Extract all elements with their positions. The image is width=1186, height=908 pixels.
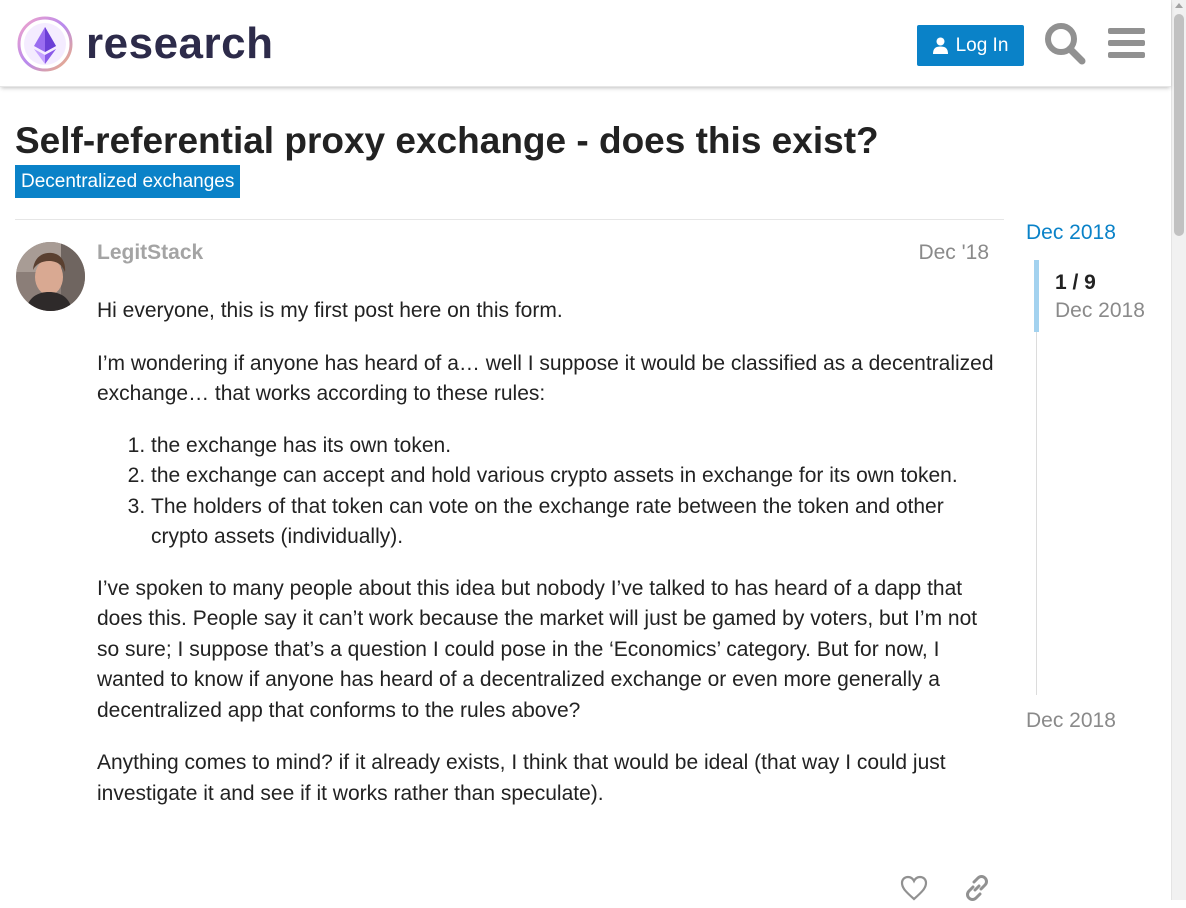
timeline-post-count: 1 / 9: [1055, 271, 1096, 294]
post-paragraph: Anything comes to mind? if it already ex…: [97, 751, 946, 805]
list-item: the exchange has its own token.: [151, 431, 997, 462]
copy-link-icon[interactable]: [962, 873, 992, 903]
login-label: Log In: [955, 34, 1009, 56]
user-icon: [932, 37, 948, 54]
post-paragraph: I’m wondering if anyone has heard of a… …: [97, 351, 994, 406]
page-scrollbar[interactable]: [1171, 0, 1186, 900]
timeline-handle[interactable]: [1034, 260, 1039, 332]
post-paragraph: I’ve spoken to many people about this id…: [97, 576, 978, 722]
list-item: The holders of that token can vote on th…: [151, 492, 997, 553]
post-paragraph: Hi everyone, this is my first post here …: [97, 299, 563, 322]
category-badge[interactable]: Decentralized exchanges: [15, 165, 241, 198]
scrollbar-thumb[interactable]: [1174, 14, 1184, 236]
ethereum-logo-icon: [17, 16, 73, 72]
hamburger-menu-icon[interactable]: [1105, 20, 1149, 66]
site-header: research Log In: [0, 0, 1171, 87]
list-item: the exchange can accept and hold various…: [151, 461, 997, 492]
rules-list: the exchange has its own token. the exch…: [97, 431, 997, 553]
login-button[interactable]: Log In: [917, 25, 1024, 66]
topic-title[interactable]: Self-referential proxy exchange - does t…: [15, 118, 879, 164]
title-divider: [15, 219, 1004, 220]
post-username[interactable]: LegitStack: [97, 240, 203, 266]
post-body: Hi everyone, this is my first post here …: [97, 296, 997, 809]
post-date[interactable]: Dec '18: [915, 240, 989, 266]
search-icon[interactable]: [1043, 20, 1087, 66]
site-logo[interactable]: research: [16, 14, 273, 74]
timeline-start-date[interactable]: Dec 2018: [1026, 220, 1116, 246]
scroll-up-arrow-icon[interactable]: [1175, 3, 1183, 8]
site-name: research: [86, 19, 274, 68]
user-photo: [16, 242, 85, 311]
timeline-current-date: Dec 2018: [1055, 299, 1145, 322]
avatar[interactable]: [16, 242, 85, 311]
like-heart-icon[interactable]: [899, 873, 929, 903]
timeline-end-date[interactable]: Dec 2018: [1026, 708, 1116, 734]
